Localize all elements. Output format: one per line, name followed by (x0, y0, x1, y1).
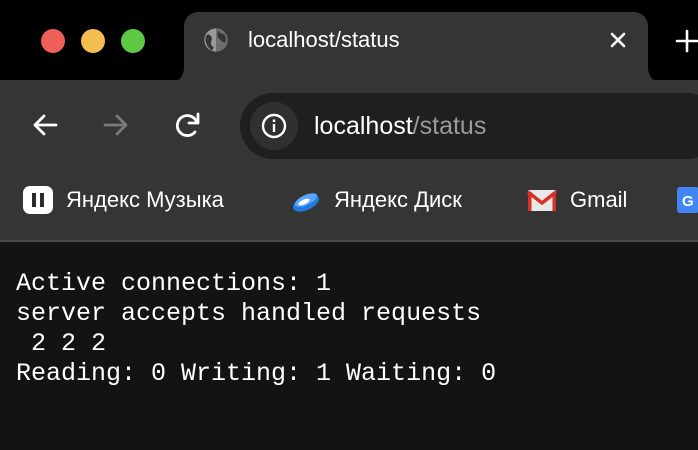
bookmark-gmail[interactable]: Gmail (526, 184, 627, 216)
bookmark-google-translate[interactable]: G (676, 184, 698, 216)
bookmark-label: Яндекс Музыка (66, 187, 224, 212)
plus-icon[interactable] (672, 26, 698, 56)
browser-window: localhost/status localhost/status Яндекс… (0, 0, 698, 450)
tab-localhost-status[interactable]: localhost/status (168, 12, 664, 84)
tab-strip: localhost/status (0, 0, 698, 84)
reload-icon[interactable] (173, 110, 203, 140)
toolbar: localhost/status (0, 80, 698, 170)
url-text[interactable]: localhost/status (314, 110, 486, 142)
bookmark-label: Яндекс Диск (334, 187, 462, 212)
gmail-icon (526, 184, 558, 216)
page-content: Active connections: 1 server accepts han… (0, 242, 698, 450)
close-window-button[interactable] (41, 29, 65, 53)
url-host: localhost (314, 112, 413, 140)
bookmark-yandex-disk[interactable]: Яндекс Диск (290, 184, 462, 216)
yandex-disk-icon (290, 184, 322, 216)
globe-icon (202, 26, 230, 54)
bookmark-label: Gmail (570, 187, 628, 212)
status-line-reading-writing-waiting: Reading: 0 Writing: 1 Waiting: 0 (16, 359, 512, 388)
tab-title: localhost/status (248, 27, 400, 52)
info-icon[interactable] (250, 102, 298, 150)
close-icon[interactable] (604, 26, 632, 54)
status-line-counts: 2 2 2 (16, 329, 122, 358)
arrow-left-icon[interactable] (30, 110, 60, 140)
address-bar[interactable]: localhost/status (240, 93, 698, 159)
minimize-window-button[interactable] (81, 29, 105, 53)
bookmark-yandex-music[interactable]: Яндекс Музыка (22, 184, 224, 216)
bookmarks-bar: Яндекс Музыка Яндекс Диск Gmail G (0, 170, 698, 240)
google-translate-icon: G (676, 184, 698, 216)
arrow-right-icon[interactable] (101, 110, 131, 140)
status-line-active-connections: Active connections: 1 (16, 269, 347, 298)
status-line-headers: server accepts handled requests (16, 299, 482, 328)
yandex-music-icon (22, 184, 54, 216)
url-path: /status (412, 112, 487, 140)
maximize-window-button[interactable] (121, 29, 145, 53)
svg-text:G: G (682, 193, 694, 210)
